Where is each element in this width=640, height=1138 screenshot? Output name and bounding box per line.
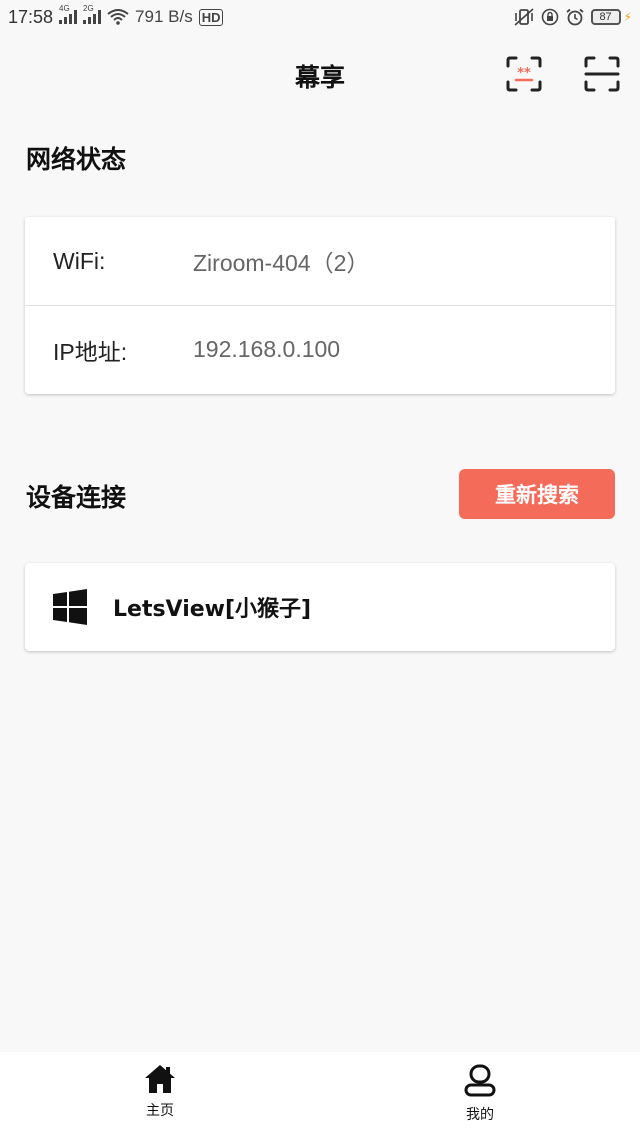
charging-icon: ⚡ — [623, 10, 632, 24]
battery-icon: 87 — [590, 9, 621, 25]
network-status-card: WiFi: Ziroom-404（2） IP地址: 192.168.0.100 — [25, 217, 615, 394]
network-section-title: 网络状态 — [26, 145, 127, 174]
signal-icon: 2G — [83, 4, 102, 24]
mute-vibrate-icon — [514, 8, 534, 26]
device-section-title: 设备连接 — [26, 483, 127, 512]
screen-cast-button[interactable]: ** — [504, 54, 544, 94]
tab-profile-label: 我的 — [466, 1107, 494, 1123]
status-bar: 17:58 4G 2G 791 B/s HD 87 ⚡ — [0, 0, 640, 34]
profile-icon — [464, 1064, 496, 1097]
signal-type-label: 4G — [59, 4, 70, 13]
home-icon — [145, 1065, 175, 1093]
tab-home[interactable]: 主页 — [0, 1052, 320, 1138]
tab-profile[interactable]: 我的 — [320, 1052, 640, 1138]
signal-type-label: 2G — [83, 4, 94, 13]
windows-icon — [53, 589, 87, 625]
ip-row: IP地址: 192.168.0.100 — [25, 305, 615, 393]
bottom-nav: 主页 我的 — [0, 1052, 640, 1138]
wifi-icon — [107, 9, 129, 25]
device-list-item[interactable]: LetsView[小猴子] — [25, 563, 615, 651]
research-button[interactable]: 重新搜索 — [459, 469, 615, 519]
wifi-row: WiFi: Ziroom-404（2） — [25, 217, 615, 305]
wifi-label: WiFi: — [53, 247, 106, 274]
ip-label: IP地址: — [53, 338, 128, 365]
hd-icon: HD — [198, 8, 224, 26]
device-name: LetsView[小猴子] — [113, 597, 312, 622]
scan-icon — [584, 56, 620, 92]
app-bar: 幕享 ** — [0, 40, 640, 114]
wifi-value: Ziroom-404（2） — [193, 250, 370, 276]
tab-home-label: 主页 — [146, 1103, 174, 1119]
alarm-icon — [565, 8, 584, 26]
page-title: 幕享 — [294, 63, 345, 92]
rotation-lock-icon — [541, 8, 558, 26]
ip-value: 192.168.0.100 — [193, 336, 341, 362]
signal-icon: 4G — [59, 4, 78, 24]
scan-button[interactable] — [582, 54, 622, 94]
network-speed: 791 B/s — [135, 7, 193, 26]
screen-cast-icon: ** — [506, 56, 542, 92]
status-time: 17:58 — [8, 6, 54, 27]
